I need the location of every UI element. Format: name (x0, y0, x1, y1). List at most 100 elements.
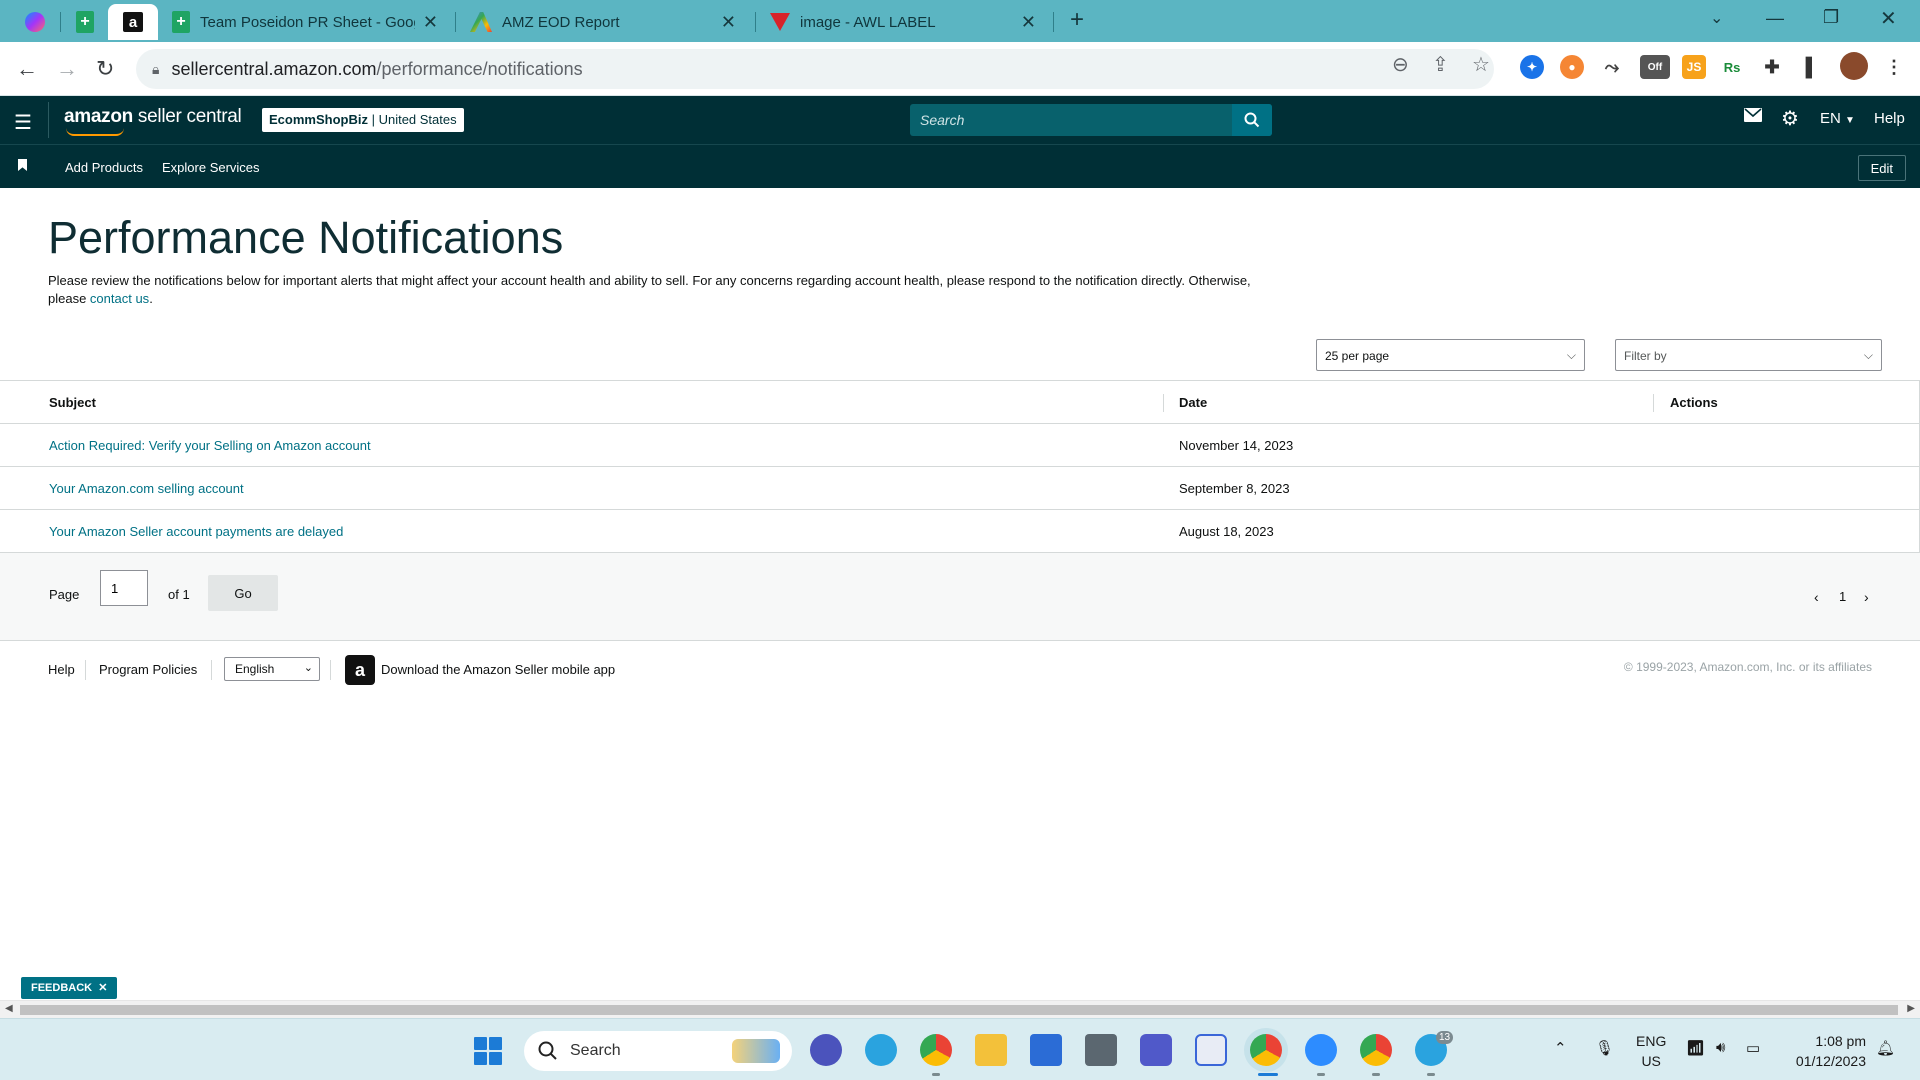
page-number-input[interactable] (100, 570, 148, 606)
microphone-icon[interactable]: 🎙︎ (1595, 1039, 1614, 1057)
amazon-app-icon[interactable]: a (345, 655, 375, 685)
reload-icon[interactable]: ↻ (96, 56, 114, 82)
footer-help-link[interactable]: Help (48, 662, 75, 677)
extension-icon[interactable]: Rs (1720, 55, 1744, 79)
chevron-up-icon[interactable]: ⌃ (1554, 1039, 1567, 1057)
plus-icon[interactable]: + (1070, 6, 1084, 34)
extension-icon[interactable]: ● (1560, 55, 1584, 79)
address-bar[interactable]: 🔒︎ sellercentral.amazon.com/performance/… (136, 49, 1494, 89)
telegram-icon[interactable] (865, 1034, 897, 1066)
bookmark-icon[interactable] (18, 159, 27, 171)
windows-taskbar: Search 13 ⌃ 🎙︎ ENG US 📶︎ 🔊︎ ▭ 1:08 pm 01/1… (0, 1018, 1920, 1080)
active-indicator (1258, 1073, 1278, 1076)
notification-date: September 8, 2023 (1179, 481, 1290, 496)
pinned-tab-amazon[interactable]: a (108, 4, 158, 40)
clock[interactable]: 1:08 pm 01/12/2023 (1796, 1031, 1866, 1071)
subnav-add-products[interactable]: Add Products (65, 160, 143, 175)
notepad-icon[interactable] (1030, 1034, 1062, 1066)
extension-icon[interactable]: ⤳ (1600, 55, 1624, 79)
notification-subject-link[interactable]: Action Required: Verify your Selling on … (49, 438, 371, 453)
battery-icon[interactable]: ▭ (1746, 1039, 1760, 1057)
wifi-icon[interactable]: 📶︎ (1686, 1039, 1705, 1057)
chevron-down-icon[interactable]: ⌄ (1710, 8, 1723, 28)
calculator-icon[interactable] (1085, 1034, 1117, 1066)
close-icon[interactable]: ✕ (1021, 12, 1036, 33)
zoom-icon[interactable]: ⊖ (1392, 52, 1409, 77)
back-icon[interactable]: ← (16, 56, 38, 82)
gear-icon[interactable]: ⚙ (1781, 106, 1799, 131)
chrome-icon[interactable] (920, 1034, 952, 1066)
zoom-app-icon[interactable] (1305, 1034, 1337, 1066)
mail-icon[interactable] (1744, 108, 1762, 126)
search-input[interactable] (910, 104, 1232, 136)
side-panel-icon[interactable]: ▌ (1800, 55, 1824, 79)
column-header-date[interactable]: Date (1179, 395, 1207, 410)
horizontal-scrollbar[interactable]: ◀ ▶ (0, 1000, 1920, 1018)
avatar[interactable] (1840, 52, 1868, 80)
close-icon[interactable]: ✕ (98, 982, 107, 994)
chevron-left-icon[interactable]: ‹ (1814, 589, 1819, 605)
footer-language-select[interactable]: English ⌄ (224, 657, 320, 681)
close-icon[interactable]: ✕ (721, 12, 736, 33)
feedback-button[interactable]: FEEDBACK ✕ (21, 977, 118, 999)
tab-amz-eod-report[interactable]: AMZ EOD Report ✕ (458, 4, 748, 40)
windows-start-icon[interactable] (474, 1037, 502, 1065)
file-explorer-icon[interactable] (975, 1034, 1007, 1066)
extension-icon[interactable]: ✦ (1520, 55, 1544, 79)
menu-icon[interactable]: ☰ (14, 110, 32, 135)
page-total-label: of 1 (168, 587, 190, 602)
notification-bell-icon[interactable]: 🔔︎ (1876, 1039, 1895, 1057)
go-button[interactable]: Go (208, 575, 278, 611)
notification-subject-link[interactable]: Your Amazon.com selling account (49, 481, 244, 496)
teams-chat-icon[interactable] (810, 1034, 842, 1066)
extension-off-badge[interactable]: Off (1640, 55, 1670, 79)
search-button[interactable] (1232, 104, 1272, 136)
table-row: Your Amazon.com selling account Septembe… (0, 467, 1920, 510)
share-icon[interactable]: ⇪ (1432, 52, 1449, 77)
chrome-active-icon[interactable] (1250, 1034, 1282, 1066)
pinned-tab-messenger[interactable] (10, 4, 60, 40)
taskbar-search[interactable]: Search (524, 1031, 792, 1071)
chrome-profile-icon[interactable] (1360, 1034, 1392, 1066)
close-window-icon[interactable]: ✕ (1880, 6, 1897, 31)
tab-title: image - AWL LABEL (800, 13, 936, 31)
tab-team-poseidon[interactable]: + Team Poseidon PR Sheet - Goog ✕ (160, 4, 450, 40)
teams-icon[interactable] (1140, 1034, 1172, 1066)
more-icon[interactable]: ⋮ (1882, 55, 1906, 79)
forward-icon[interactable]: → (56, 56, 78, 82)
extension-icon[interactable]: JS (1682, 55, 1706, 79)
chevron-right-icon[interactable]: › (1864, 589, 1869, 605)
footer: Help Program Policies English ⌄ a Downlo… (0, 650, 1920, 690)
star-icon[interactable]: ☆ (1472, 52, 1490, 77)
per-page-select[interactable]: 25 per page ⌵ (1316, 339, 1585, 371)
scroll-left-icon[interactable]: ◀ (5, 1003, 13, 1014)
contact-us-link[interactable]: contact us (90, 291, 149, 306)
puzzle-icon[interactable]: ✚ (1760, 55, 1784, 79)
minimize-icon[interactable]: — (1766, 8, 1784, 29)
column-header-subject[interactable]: Subject (49, 395, 96, 410)
seller-central-logo[interactable]: amazon seller central (64, 106, 242, 136)
filter-placeholder: Filter by (1624, 349, 1667, 363)
tab-awl-label[interactable]: image - AWL LABEL ✕ (758, 4, 1048, 40)
footer-policies-link[interactable]: Program Policies (99, 662, 197, 677)
scroll-right-icon[interactable]: ▶ (1907, 1003, 1915, 1014)
edit-button[interactable]: Edit (1857, 155, 1906, 181)
tab-title: AMZ EOD Report (502, 13, 620, 31)
notification-subject-link[interactable]: Your Amazon Seller account payments are … (49, 524, 343, 539)
store-selector[interactable]: EcommShopBiz | United States (262, 108, 464, 132)
input-language[interactable]: ENG US (1636, 1031, 1666, 1071)
notifications-table: Subject Date Actions Action Required: Ve… (0, 380, 1920, 553)
language-selector[interactable]: EN ▼ (1820, 110, 1855, 127)
pinned-tab-sheets[interactable]: + (60, 4, 110, 40)
current-page[interactable]: 1 (1839, 589, 1846, 604)
help-link[interactable]: Help (1874, 110, 1905, 127)
tab-separator (455, 12, 456, 32)
download-app-link[interactable]: Download the Amazon Seller mobile app (381, 662, 615, 677)
subnav-explore-services[interactable]: Explore Services (162, 160, 260, 175)
filter-select[interactable]: Filter by ⌵ (1615, 339, 1882, 371)
close-icon[interactable]: ✕ (423, 12, 438, 33)
scrollbar-thumb[interactable] (20, 1005, 1898, 1015)
maximize-icon[interactable]: ❐ (1823, 7, 1839, 28)
snipping-tool-icon[interactable] (1195, 1034, 1227, 1066)
volume-icon[interactable]: 🔊︎ (1716, 1039, 1725, 1056)
